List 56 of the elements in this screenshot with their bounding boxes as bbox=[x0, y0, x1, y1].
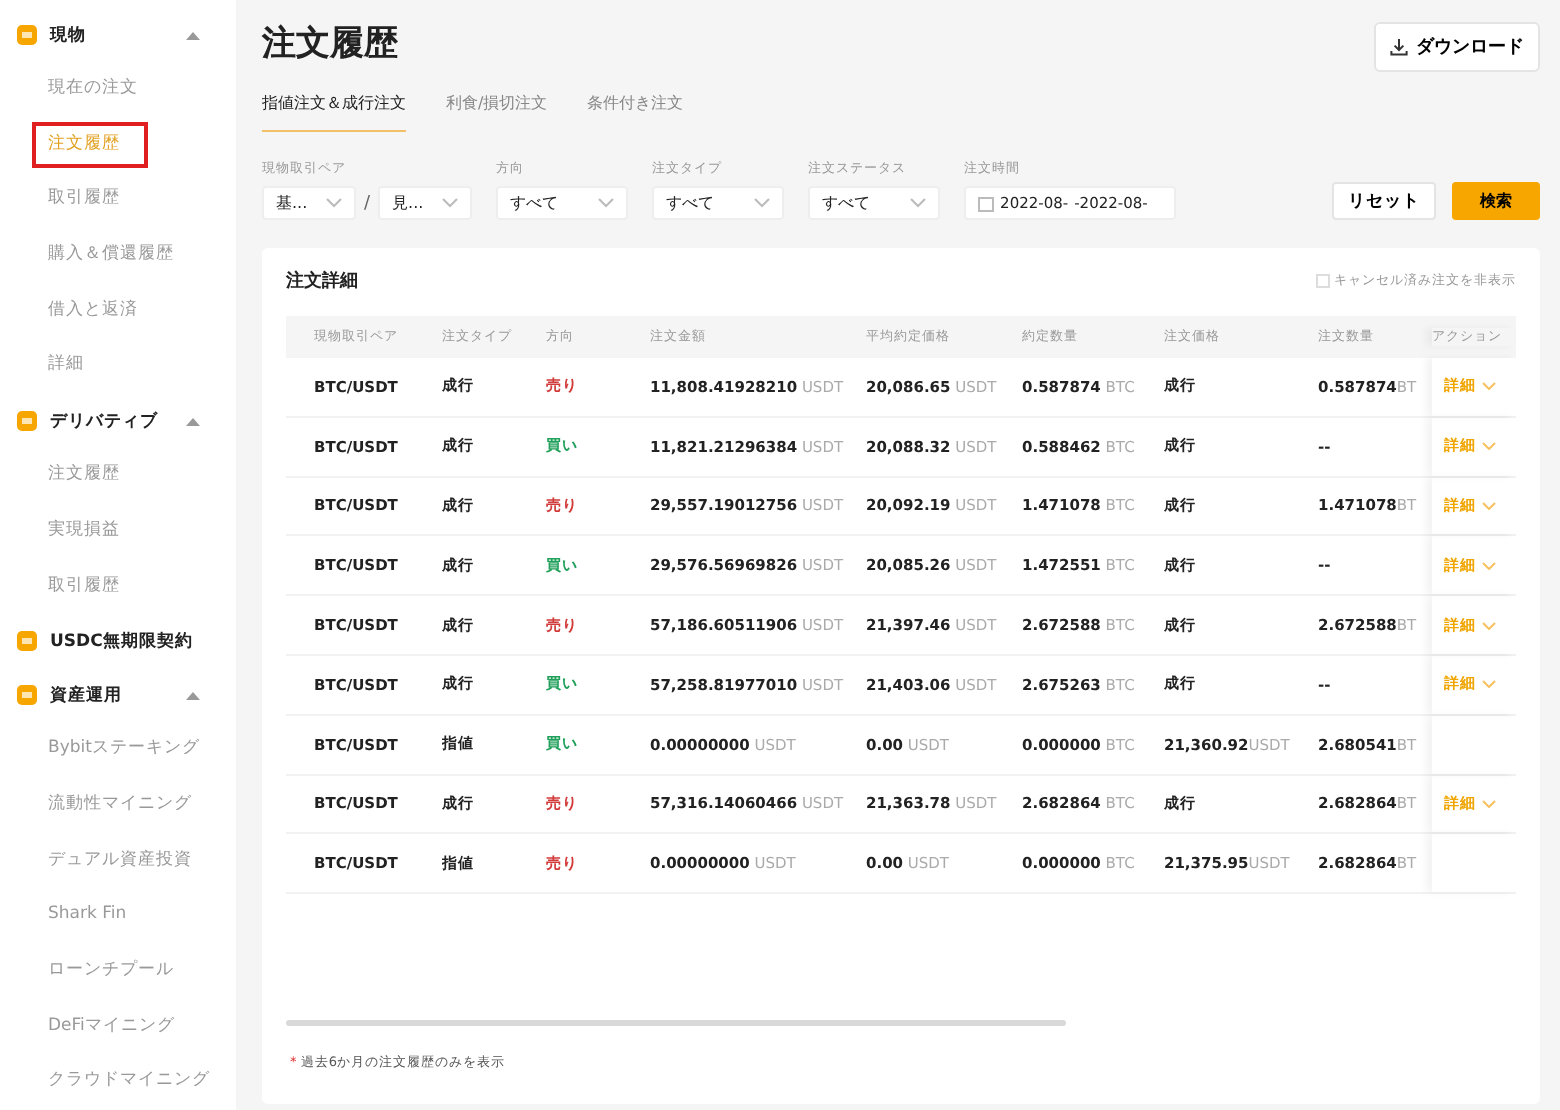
reset-button[interactable]: リセット bbox=[1332, 182, 1436, 220]
sidebar-item[interactable]: Bybitステーキング bbox=[0, 722, 236, 778]
sidebar-item[interactable]: 現在の注文 bbox=[0, 62, 236, 118]
sidebar-item[interactable]: デュアル資産投資 bbox=[0, 833, 236, 889]
filter-select[interactable]: すべて bbox=[652, 186, 785, 220]
chevron-down-icon bbox=[598, 198, 615, 208]
chevron-down-icon bbox=[1482, 501, 1496, 510]
section-icon bbox=[16, 630, 38, 653]
card-title: 注文詳細 bbox=[286, 268, 358, 293]
pair-separator: / bbox=[364, 193, 371, 213]
sidebar-item[interactable]: DeFiマイニング bbox=[0, 999, 236, 1055]
chevron-down-icon bbox=[326, 198, 342, 208]
download-button[interactable]: ダウンロード bbox=[1374, 22, 1540, 72]
tab[interactable]: 利食/損切注文 bbox=[446, 92, 548, 132]
sidebar-item[interactable]: 流動性マイニング bbox=[0, 777, 236, 834]
sidebar-item[interactable]: 借入と返済 bbox=[0, 283, 236, 339]
chevron-down-icon bbox=[1482, 561, 1496, 570]
section-title[interactable]: 現物 bbox=[50, 23, 174, 47]
base-currency-select[interactable]: 基... bbox=[262, 186, 356, 220]
chevron-down-icon bbox=[1482, 680, 1496, 689]
tab[interactable]: 条件付き注文 bbox=[587, 92, 684, 132]
checkbox[interactable] bbox=[1316, 273, 1330, 287]
section-title[interactable]: デリバティブ bbox=[50, 409, 174, 434]
page-title: 注文履歴 bbox=[262, 22, 398, 66]
sidebar-item[interactable]: 詳細 bbox=[0, 338, 236, 395]
sidebar-item[interactable]: クラウドマイニング bbox=[0, 1054, 236, 1110]
section-title[interactable]: USDC無期限契約 bbox=[50, 629, 220, 654]
chevron-down-icon bbox=[754, 198, 771, 208]
collapse-caret-icon[interactable] bbox=[186, 30, 200, 40]
filter-select[interactable]: すべて bbox=[496, 186, 629, 220]
sidebar-item[interactable]: Shark Fin bbox=[0, 888, 236, 944]
sidebar-item[interactable]: 取引履歴 bbox=[0, 559, 236, 615]
sidebar-item[interactable]: 注文履歴 bbox=[0, 448, 236, 504]
section-title[interactable]: 資産運用 bbox=[50, 683, 174, 708]
section-icon bbox=[16, 410, 38, 433]
horizontal-scrollbar[interactable] bbox=[286, 1020, 1066, 1026]
chevron-down-icon bbox=[1482, 382, 1496, 391]
chevron-down-icon bbox=[1482, 621, 1496, 630]
chevron-down-icon bbox=[442, 198, 459, 208]
sidebar-item[interactable]: 実現損益 bbox=[0, 503, 236, 559]
chevron-down-icon bbox=[1482, 799, 1496, 808]
download-icon bbox=[1390, 38, 1408, 56]
sidebar-item[interactable]: 注文履歴 bbox=[28, 117, 152, 173]
sidebar-item[interactable]: 取引履歴 bbox=[0, 172, 236, 229]
section-icon bbox=[16, 24, 38, 46]
filter-select[interactable]: すべて bbox=[808, 186, 941, 220]
tab[interactable]: 指値注文＆成行注文 bbox=[262, 92, 406, 132]
chevron-down-icon bbox=[1482, 442, 1496, 451]
search-button[interactable]: 検索 bbox=[1452, 182, 1540, 220]
section-icon bbox=[16, 684, 38, 707]
collapse-caret-icon[interactable] bbox=[186, 690, 200, 701]
sidebar-item[interactable]: ローンチプール bbox=[0, 943, 236, 1000]
sidebar-item[interactable]: 購入＆償還履歴 bbox=[0, 228, 236, 284]
quote-currency-select[interactable]: 見... bbox=[378, 186, 473, 220]
collapse-caret-icon[interactable] bbox=[186, 416, 200, 427]
chevron-down-icon bbox=[910, 198, 927, 208]
